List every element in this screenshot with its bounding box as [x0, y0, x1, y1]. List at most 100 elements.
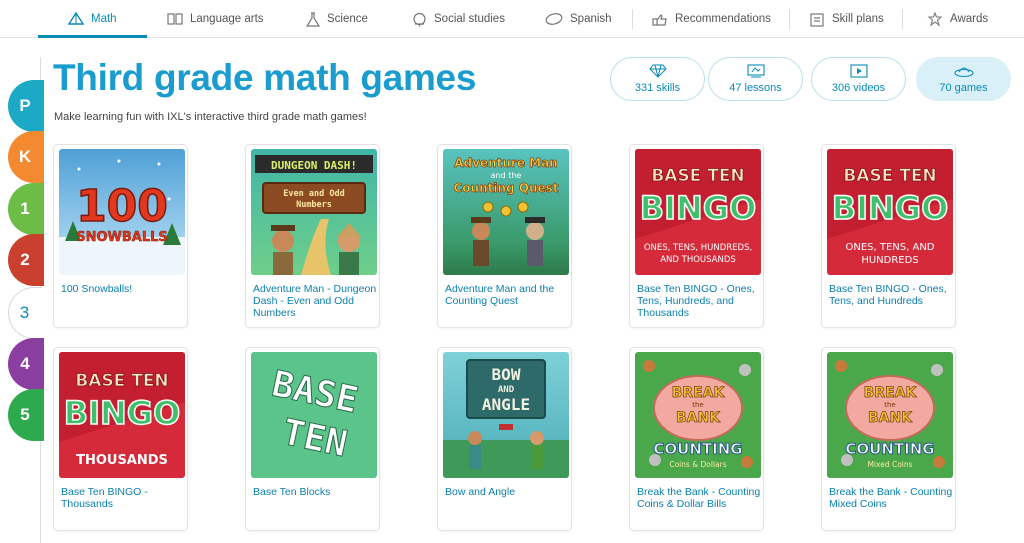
- grade-tab-5[interactable]: 5: [8, 389, 44, 441]
- page-title: Third grade math games: [53, 57, 477, 98]
- game-thumbnail-bingo-hundreds: BASE TEN BINGO ONES, TENS, AND HUNDREDS: [827, 149, 953, 275]
- game-card[interactable]: Adventure Man and the Counting Quest Adv…: [437, 144, 572, 328]
- nav-label: Social studies: [434, 13, 505, 25]
- svg-text:BREAK: BREAK: [864, 385, 918, 401]
- svg-text:ONES, TENS, HUNDREDS,: ONES, TENS, HUNDREDS,: [644, 243, 752, 253]
- svg-text:Coins & Dollars: Coins & Dollars: [669, 460, 726, 469]
- game-thumbnail-break-the-bank-mixed: BREAK the BANK COUNTING Mixed Coins: [827, 352, 953, 478]
- nav-divider: [902, 9, 903, 29]
- svg-text:HUNDREDS: HUNDREDS: [861, 255, 918, 266]
- triangle-icon: [68, 12, 84, 25]
- grade-tab-4[interactable]: 4: [8, 338, 44, 390]
- game-card[interactable]: BASE TEN BINGO THOUSANDS Base Ten BINGO …: [53, 347, 188, 531]
- game-title: 100 Snowballs!: [61, 283, 133, 295]
- svg-text:AND: AND: [498, 385, 515, 395]
- svg-text:BASE: BASE: [268, 364, 361, 422]
- svg-text:Numbers: Numbers: [296, 200, 332, 210]
- grade-label: 2: [20, 250, 30, 269]
- grade-tab-p[interactable]: P: [8, 80, 44, 132]
- nav-science[interactable]: Science: [306, 0, 368, 38]
- game-card[interactable]: DUNGEON DASH! Even and Odd Numbers Adven…: [245, 144, 380, 328]
- stat-videos-button[interactable]: 306 videos: [811, 57, 906, 101]
- stat-label: 306 videos: [831, 82, 886, 94]
- nav-skill-plans[interactable]: Skill plans: [809, 0, 884, 38]
- grade-tab-1[interactable]: 1: [8, 183, 44, 235]
- svg-text:BINGO: BINGO: [832, 189, 949, 227]
- svg-text:and the: and the: [491, 171, 522, 180]
- game-card[interactable]: BREAK the BANK COUNTING Mixed Coins Brea…: [821, 347, 956, 531]
- game-card[interactable]: 100 SNOWBALLS 100 Snowballs!: [53, 144, 188, 328]
- video-icon: [849, 64, 868, 78]
- lesson-icon: [746, 64, 765, 78]
- svg-text:BANK: BANK: [868, 410, 913, 426]
- game-thumbnail-base-ten-blocks: BASE TEN: [251, 352, 377, 478]
- nav-language-arts[interactable]: Language arts: [167, 0, 264, 38]
- nav-label: Math: [91, 13, 117, 25]
- svg-text:DUNGEON DASH!: DUNGEON DASH!: [271, 159, 357, 172]
- svg-text:SNOWBALLS: SNOWBALLS: [76, 230, 168, 245]
- grade-tab-3[interactable]: 3: [8, 287, 42, 339]
- svg-text:ANGLE: ANGLE: [482, 395, 530, 414]
- svg-text:BASE TEN: BASE TEN: [651, 166, 744, 186]
- game-title: Break the Bank - Counting Coins & Dollar…: [637, 486, 761, 510]
- svg-text:Adventure Man: Adventure Man: [454, 156, 557, 170]
- game-thumbnail-100-snowballs: 100 SNOWBALLS: [59, 149, 185, 275]
- svg-text:THOUSANDS: THOUSANDS: [76, 453, 168, 468]
- recommend-icon: [652, 13, 667, 26]
- grade-label: 1: [20, 199, 30, 218]
- page-subtitle: Make learning fun with IXL's interactive…: [54, 111, 367, 123]
- svg-text:Counting Quest: Counting Quest: [453, 181, 558, 195]
- nav-label: Language arts: [190, 13, 264, 25]
- snowball-art: 100 SNOWBALLS: [65, 159, 181, 245]
- nav-active-indicator: [38, 35, 147, 38]
- nav-divider: [632, 9, 633, 29]
- game-card[interactable]: BASE TEN BINGO ONES, TENS, HUNDREDS, AND…: [629, 144, 764, 328]
- svg-text:COUNTING: COUNTING: [653, 440, 742, 458]
- svg-text:COUNTING: COUNTING: [845, 440, 934, 458]
- svg-text:BANK: BANK: [676, 410, 721, 426]
- nav-label: Recommendations: [675, 13, 771, 25]
- game-card[interactable]: BASE TEN Base Ten Blocks: [245, 347, 380, 531]
- game-title: Break the Bank - Counting Mixed Coins: [829, 486, 953, 510]
- game-title: Base Ten BINGO - Ones, Tens, Hundreds, a…: [637, 283, 755, 319]
- skill-plans-icon: [810, 12, 824, 27]
- stat-label: 70 games: [939, 82, 988, 94]
- grade-label: K: [18, 147, 32, 166]
- game-title: Adventure Man and the Counting Quest: [445, 283, 555, 307]
- svg-text:AND THOUSANDS: AND THOUSANDS: [660, 255, 736, 265]
- stat-lessons-button[interactable]: 47 lessons: [708, 57, 803, 101]
- grade-tab-k[interactable]: K: [8, 131, 44, 183]
- awards-icon: [927, 11, 943, 26]
- flask-icon: [306, 11, 320, 27]
- game-card[interactable]: BOW AND ANGLE Bow and Angle: [437, 347, 572, 531]
- game-title: Base Ten BINGO - Thousands: [61, 486, 148, 510]
- svg-text:BASE TEN: BASE TEN: [75, 371, 168, 391]
- game-title: Base Ten Blocks: [253, 486, 331, 498]
- nav-divider: [789, 9, 790, 29]
- game-thumbnail-bow-and-angle: BOW AND ANGLE: [443, 352, 569, 478]
- nav-recommendations[interactable]: Recommendations: [651, 0, 771, 38]
- game-title: Bow and Angle: [445, 486, 516, 498]
- nav-social-studies[interactable]: Social studies: [412, 0, 505, 38]
- nav-label: Science: [327, 13, 368, 25]
- nav-math[interactable]: Math: [68, 0, 117, 38]
- svg-text:ONES, TENS, AND: ONES, TENS, AND: [845, 242, 934, 253]
- svg-text:Even and Odd: Even and Odd: [283, 189, 344, 199]
- game-thumbnail-bingo-thousands: BASE TEN BINGO THOUSANDS: [59, 352, 185, 478]
- nav-label: Skill plans: [832, 13, 884, 25]
- svg-text:BINGO: BINGO: [64, 394, 181, 432]
- svg-text:BREAK: BREAK: [672, 385, 726, 401]
- game-ufo-icon: [953, 67, 974, 78]
- grade-tab-2[interactable]: 2: [8, 234, 44, 286]
- stat-games-button[interactable]: 70 games: [916, 57, 1011, 101]
- nav-label: Spanish: [570, 13, 612, 25]
- svg-text:BOW: BOW: [492, 365, 521, 384]
- nav-awards[interactable]: Awards: [927, 0, 988, 38]
- game-card[interactable]: BREAK the BANK COUNTING Coins & Dollars …: [629, 347, 764, 531]
- nav-spanish[interactable]: Spanish: [545, 0, 612, 38]
- game-thumbnail-bingo-thousands-all: BASE TEN BINGO ONES, TENS, HUNDREDS, AND…: [635, 149, 761, 275]
- stat-skills-button[interactable]: 331 skills: [610, 57, 705, 101]
- svg-text:TEN: TEN: [279, 412, 351, 466]
- game-card[interactable]: BASE TEN BINGO ONES, TENS, AND HUNDREDS …: [821, 144, 956, 328]
- globe-icon: [413, 12, 426, 26]
